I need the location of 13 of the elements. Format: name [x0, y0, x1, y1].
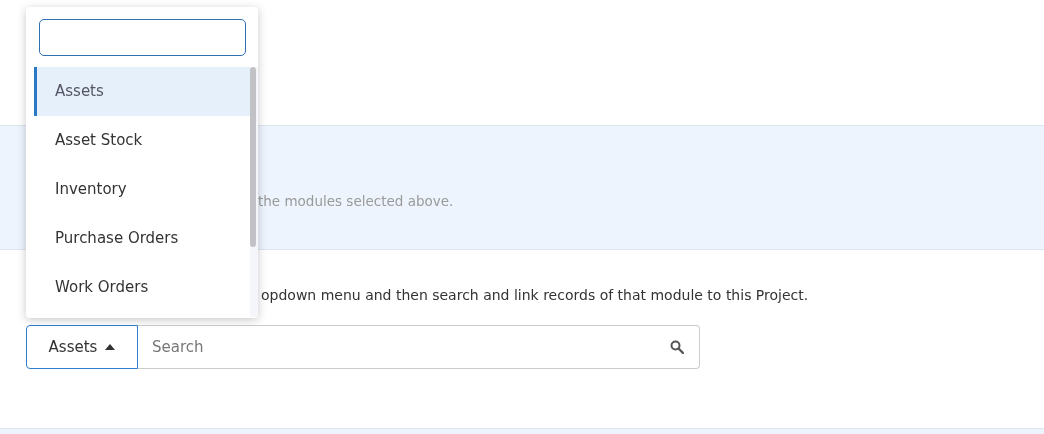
scrollbar[interactable]	[250, 67, 258, 317]
instruction-text: opdown menu and then search and link records of that module to this Project.	[261, 287, 809, 303]
module-dropdown-button[interactable]: Assets	[26, 325, 138, 369]
search-icon[interactable]	[670, 340, 684, 354]
scrollbar-thumb[interactable]	[250, 67, 256, 247]
dropdown-item[interactable]: Assets	[34, 67, 250, 116]
dropdown-item[interactable]: Purchase Orders	[34, 214, 250, 263]
dropdown-search-field[interactable]	[39, 19, 246, 56]
info-text: the modules selected above.	[258, 193, 454, 209]
dropdown-item[interactable]: Asset Stock	[34, 116, 250, 165]
dropdown-item[interactable]: Inventory	[34, 165, 250, 214]
dropdown-item[interactable]: Work Orders	[34, 263, 250, 312]
search-field[interactable]: Search	[138, 325, 700, 369]
